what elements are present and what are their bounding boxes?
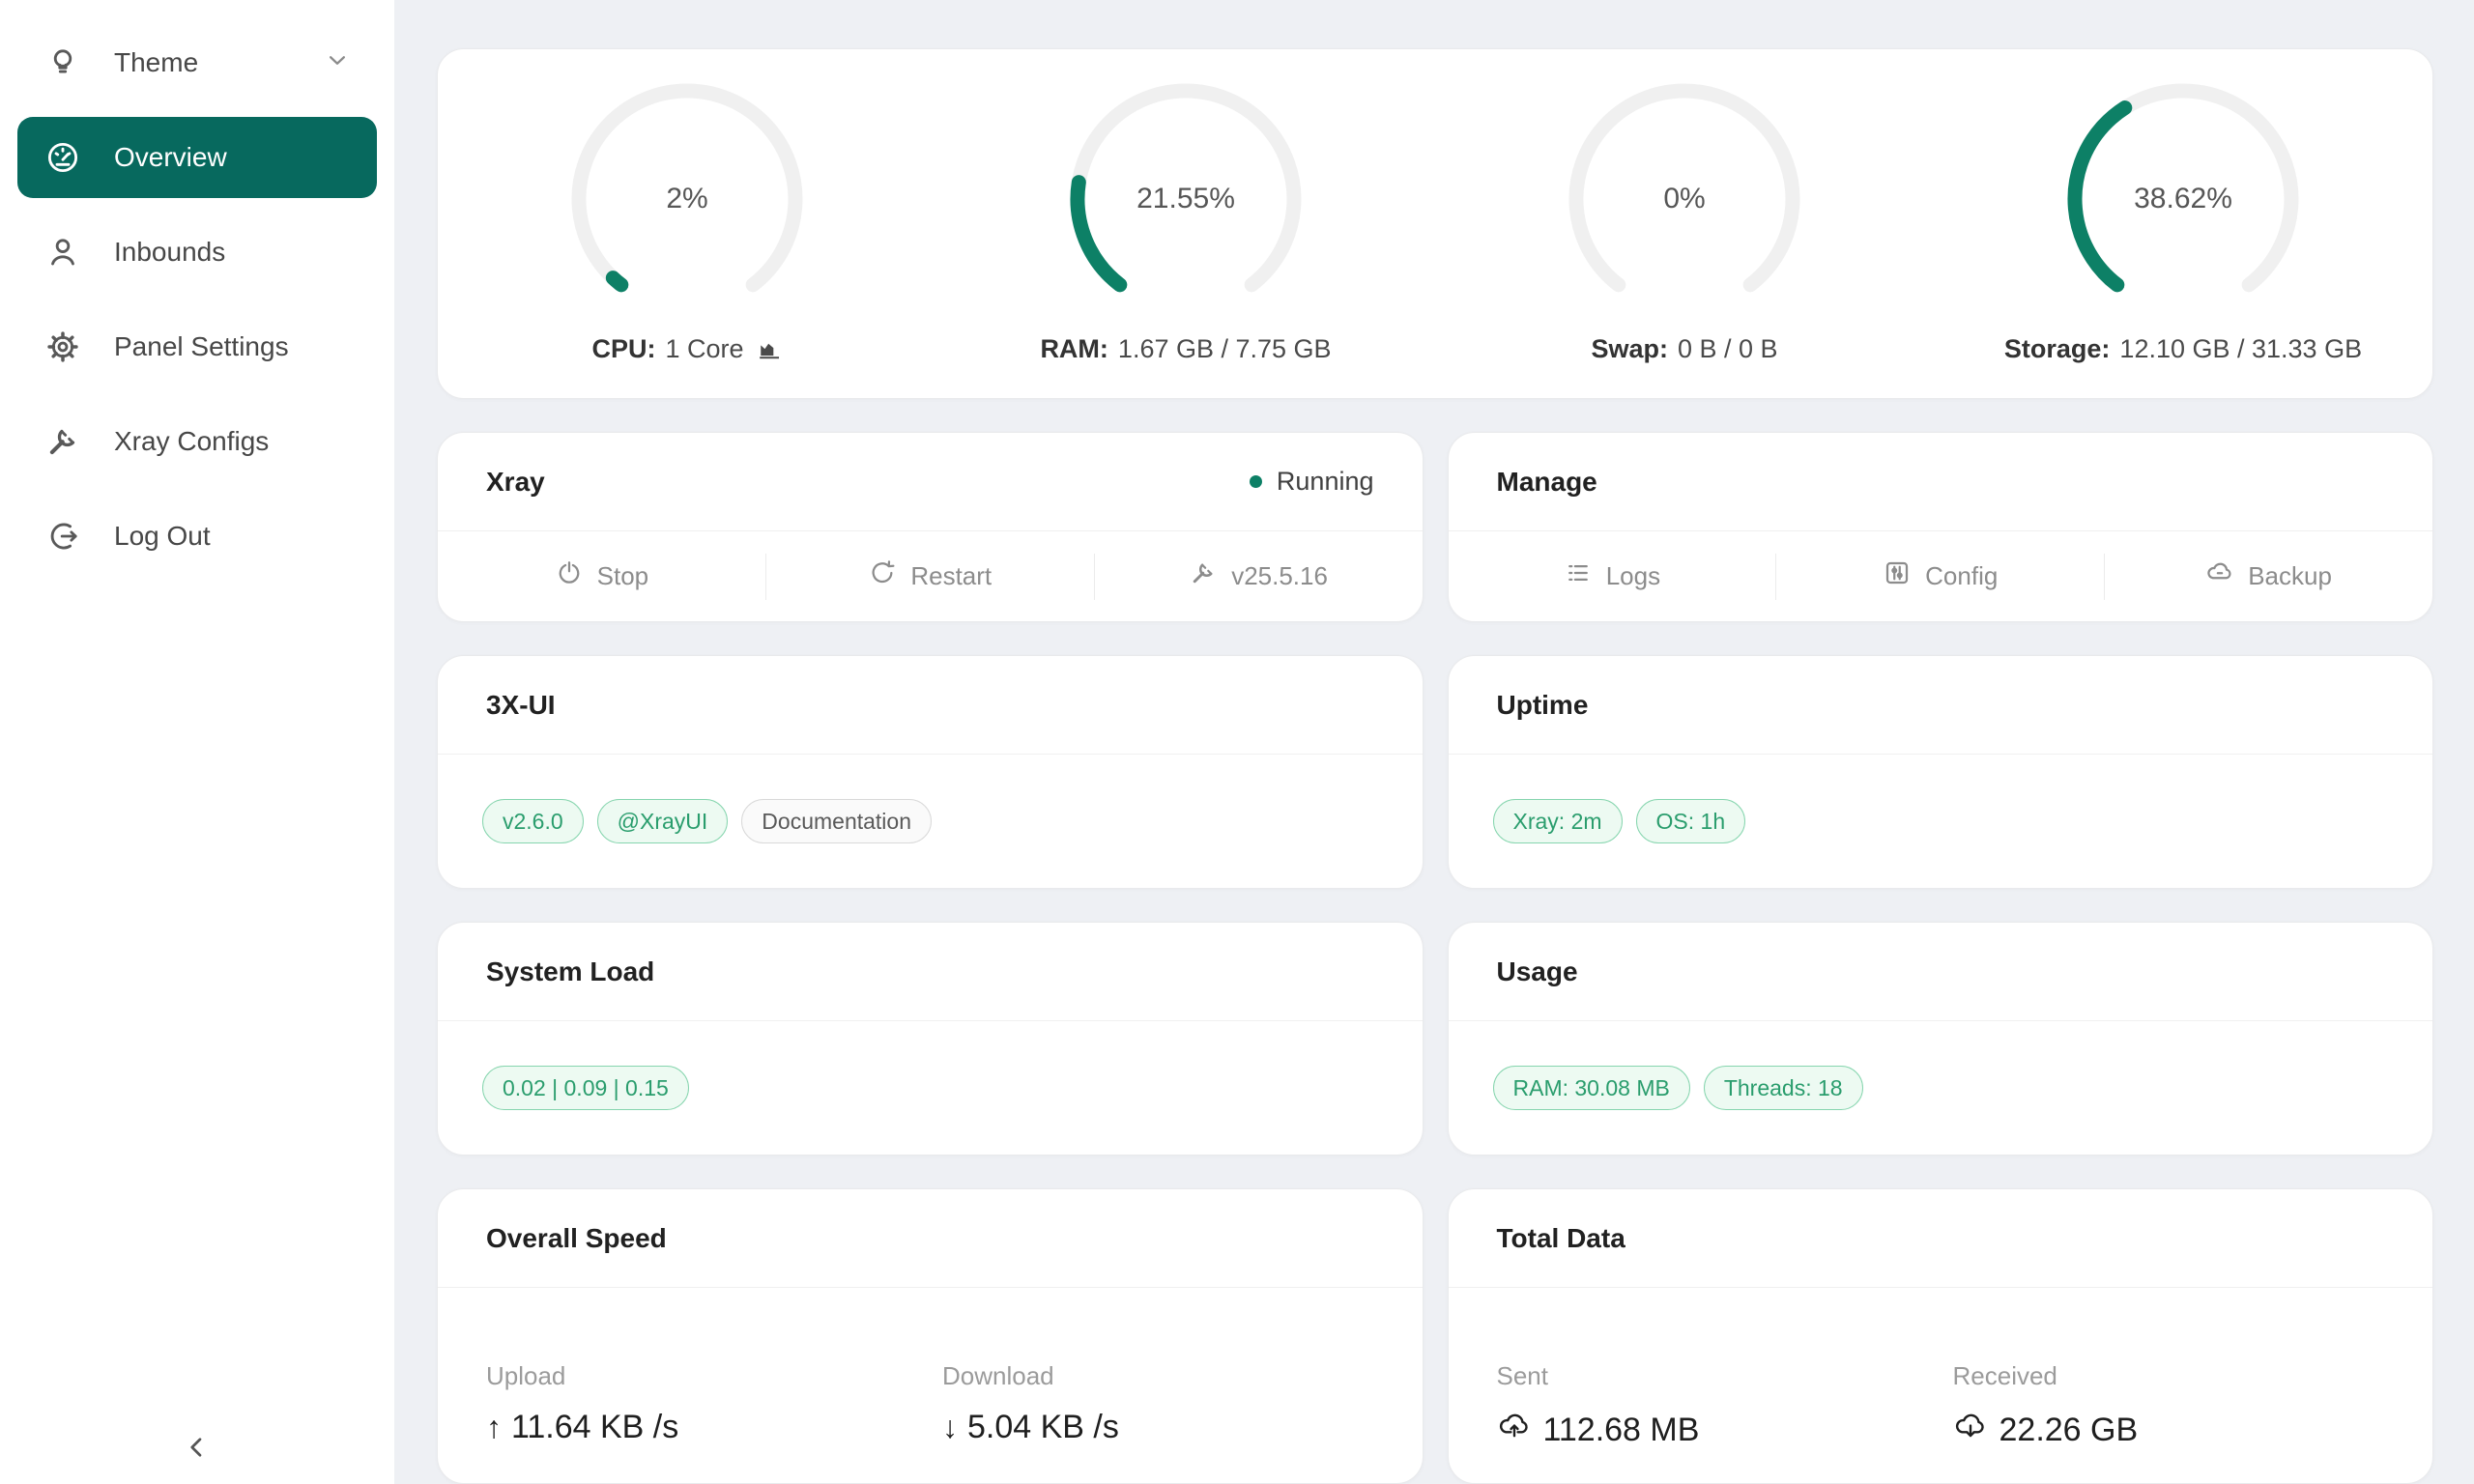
cloud-icon bbox=[2205, 558, 2248, 594]
threads-tag: Threads: 18 bbox=[1704, 1066, 1863, 1110]
received-data-stat: Received 22.26 GB bbox=[1953, 1361, 2409, 1483]
wrench-icon bbox=[43, 421, 83, 462]
telegram-tag[interactable]: @XrayUI bbox=[597, 799, 729, 843]
lightbulb-icon bbox=[43, 43, 83, 83]
overall-speed-card: Overall Speed Upload ↑ 11.64 KB /s Downl… bbox=[437, 1188, 1424, 1484]
os-uptime-tag: OS: 1h bbox=[1636, 799, 1746, 843]
storage-gauge: 38.62% Storage:12.10 GB / 31.33 GB bbox=[1934, 83, 2432, 364]
swap-percent: 0% bbox=[1568, 83, 1800, 315]
documentation-tag[interactable]: Documentation bbox=[741, 799, 932, 843]
chevron-down-icon bbox=[323, 45, 352, 81]
ram-percent: 21.55% bbox=[1070, 83, 1302, 315]
sidebar-collapse-button[interactable] bbox=[0, 1430, 394, 1465]
load-average-tag: 0.02 | 0.09 | 0.15 bbox=[482, 1066, 689, 1110]
sidebar-item-label: Log Out bbox=[114, 521, 352, 552]
ram-label: RAM:1.67 GB / 7.75 GB bbox=[1040, 334, 1331, 364]
cpu-percent: 2% bbox=[571, 83, 803, 315]
xray-restart-button[interactable]: Restart bbox=[766, 531, 1094, 621]
uptime-card-title: Uptime bbox=[1497, 690, 1589, 721]
xray-uptime-tag: Xray: 2m bbox=[1493, 799, 1623, 843]
cpu-gauge: 2% CPU:1 Core bbox=[438, 83, 936, 364]
xui-card-title: 3X-UI bbox=[486, 690, 556, 721]
sidebar-item-inbounds[interactable]: Inbounds bbox=[17, 212, 377, 293]
swap-label: Swap:0 B / 0 B bbox=[1591, 334, 1777, 364]
main-content: 2% CPU:1 Core 21.55% bbox=[394, 0, 2474, 1484]
sliders-icon bbox=[1883, 558, 1925, 594]
logout-icon bbox=[43, 516, 83, 556]
xray-version-button[interactable]: v25.5.16 bbox=[1095, 531, 1423, 621]
sidebar-menu: Theme Overview bbox=[0, 0, 394, 577]
sidebar-item-label: Panel Settings bbox=[114, 331, 352, 362]
xray-status: Running bbox=[1250, 467, 1374, 497]
reload-icon bbox=[868, 558, 910, 594]
xui-card: 3X-UI v2.6.0 @XrayUI Documentation bbox=[437, 655, 1424, 889]
ram-usage-tag: RAM: 30.08 MB bbox=[1493, 1066, 1690, 1110]
xray-stop-button[interactable]: Stop bbox=[438, 531, 765, 621]
power-icon bbox=[555, 558, 597, 594]
dashboard-icon bbox=[43, 137, 83, 178]
sidebar-item-label: Inbounds bbox=[114, 237, 352, 268]
sidebar-item-theme[interactable]: Theme bbox=[17, 22, 377, 103]
usage-card-title: Usage bbox=[1497, 956, 1578, 987]
storage-percent: 38.62% bbox=[2067, 83, 2299, 315]
backup-button[interactable]: Backup bbox=[2105, 531, 2432, 621]
cpu-label: CPU:1 Core bbox=[591, 334, 782, 364]
sidebar-item-xray-configs[interactable]: Xray Configs bbox=[17, 401, 377, 482]
sent-data-stat: Sent 112.68 MB bbox=[1497, 1361, 1953, 1483]
status-dot-icon bbox=[1250, 475, 1262, 488]
total-data-card-title: Total Data bbox=[1497, 1223, 1625, 1254]
sidebar: Theme Overview bbox=[0, 0, 394, 1484]
xray-card-title: Xray bbox=[486, 467, 545, 498]
sidebar-item-log-out[interactable]: Log Out bbox=[17, 496, 377, 577]
sidebar-item-label: Theme bbox=[114, 47, 323, 78]
usage-card: Usage RAM: 30.08 MB Threads: 18 bbox=[1448, 922, 2434, 1156]
cpu-history-chart-icon[interactable] bbox=[756, 336, 783, 363]
system-gauges-card: 2% CPU:1 Core 21.55% bbox=[437, 48, 2433, 399]
arrow-up-icon: ↑ bbox=[486, 1410, 502, 1445]
version-tag[interactable]: v2.6.0 bbox=[482, 799, 584, 843]
xray-card: Xray Running Stop bbox=[437, 432, 1424, 622]
wrench-icon bbox=[1189, 558, 1231, 594]
sidebar-item-panel-settings[interactable]: Panel Settings bbox=[17, 306, 377, 387]
sidebar-item-label: Xray Configs bbox=[114, 426, 352, 457]
system-load-card-title: System Load bbox=[486, 956, 654, 987]
total-data-card: Total Data Sent 112.68 MB bbox=[1448, 1188, 2434, 1484]
sidebar-item-label: Overview bbox=[114, 142, 352, 173]
list-icon bbox=[1564, 558, 1606, 594]
config-button[interactable]: Config bbox=[1776, 531, 2104, 621]
manage-card-title: Manage bbox=[1497, 467, 1597, 498]
upload-speed-stat: Upload ↑ 11.64 KB /s bbox=[486, 1361, 942, 1483]
user-icon bbox=[43, 232, 83, 272]
sidebar-item-overview[interactable]: Overview bbox=[17, 117, 377, 198]
logs-button[interactable]: Logs bbox=[1449, 531, 1776, 621]
storage-label: Storage:12.10 GB / 31.33 GB bbox=[2004, 334, 2362, 364]
arrow-down-icon: ↓ bbox=[942, 1410, 958, 1445]
uptime-card: Uptime Xray: 2m OS: 1h bbox=[1448, 655, 2434, 889]
download-speed-stat: Download ↓ 5.04 KB /s bbox=[942, 1361, 1398, 1483]
swap-gauge: 0% Swap:0 B / 0 B bbox=[1435, 83, 1934, 364]
cloud-download-icon bbox=[1953, 1409, 1999, 1452]
cloud-upload-icon bbox=[1497, 1409, 1543, 1452]
ram-gauge: 21.55% RAM:1.67 GB / 7.75 GB bbox=[936, 83, 1435, 364]
gear-icon bbox=[43, 327, 83, 367]
overall-speed-card-title: Overall Speed bbox=[486, 1223, 667, 1254]
manage-card: Manage Logs bbox=[1448, 432, 2434, 622]
system-load-card: System Load 0.02 | 0.09 | 0.15 bbox=[437, 922, 1424, 1156]
